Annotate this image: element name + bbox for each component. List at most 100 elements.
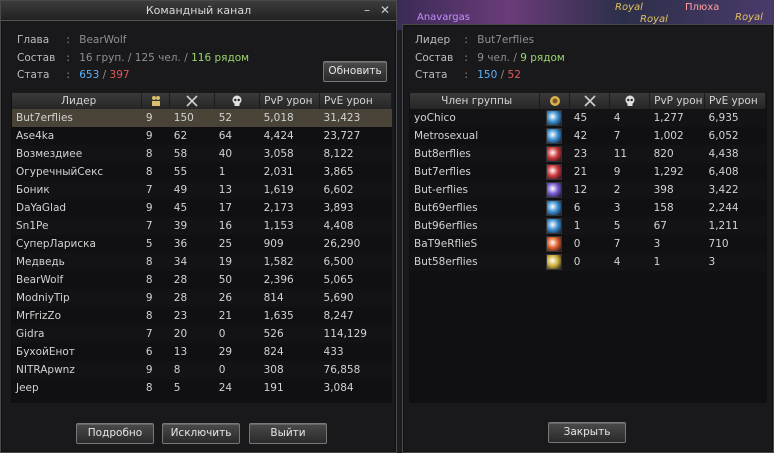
pve-damage: 6,935 — [708, 112, 739, 124]
kills-count: 49 — [173, 184, 188, 196]
pvp-damage: 1,277 — [653, 112, 684, 124]
nearby-count: 9 рядом — [520, 52, 565, 64]
stats-label: Стата — [415, 69, 448, 81]
table-row[interactable]: СуперЛариска 5 36 25 909 26,290 — [12, 235, 392, 253]
group-composition-info: Состав : 9 чел. / 9 рядом — [415, 52, 565, 64]
class-cell — [540, 217, 570, 235]
column-header-kills[interactable] — [569, 93, 611, 109]
table-row[interactable]: But7erflies 21 9 1,292 6,408 — [410, 163, 766, 181]
pvp-damage: 820 — [653, 148, 674, 160]
class-icon — [545, 128, 562, 144]
table-row[interactable]: But96erflies 1 5 67 1,211 — [410, 217, 766, 235]
class-cell — [540, 163, 570, 181]
pvp-damage: 824 — [263, 346, 284, 358]
class-cell — [540, 235, 570, 253]
table-row[interactable]: Metrosexual 42 7 1,002 6,052 — [410, 127, 766, 145]
refresh-button[interactable]: Обновить — [323, 61, 387, 82]
skull-icon — [625, 95, 635, 106]
deaths-count: 7 — [613, 130, 621, 142]
table-row[interactable]: yoChico 45 4 1,277 6,935 — [410, 109, 766, 127]
bg-player-name: Плюха — [685, 2, 720, 13]
close-button[interactable]: Закрыть — [548, 422, 626, 443]
table-row[interactable]: But58erflies 0 4 1 3 — [410, 253, 766, 271]
column-header-deaths[interactable] — [214, 93, 261, 109]
deaths-count: 0 — [218, 328, 226, 340]
members-count: 9 — [145, 130, 153, 142]
kills-count: 39 — [173, 220, 188, 232]
pve-damage: 5,065 — [323, 274, 354, 286]
column-header-pvp[interactable]: PvP урон — [649, 93, 706, 109]
kills-count: 62 — [173, 130, 188, 142]
swords-icon — [584, 95, 596, 107]
kills-count: 20 — [173, 328, 188, 340]
table-row[interactable]: MrFrizZo 8 23 21 1,635 8,247 — [12, 307, 392, 325]
table-row[interactable]: Ase4ka 9 62 64 4,424 23,727 — [12, 127, 392, 145]
table-row[interactable]: But8erflies 23 11 820 4,438 — [410, 145, 766, 163]
pve-damage: 3,422 — [708, 184, 739, 196]
table-row[interactable]: Jeep 8 5 24 191 3,084 — [12, 379, 392, 397]
column-header-pve[interactable]: PvE урон — [704, 93, 766, 109]
pvp-damage: 308 — [263, 364, 284, 376]
pvp-damage: 3 — [653, 238, 661, 250]
table-row[interactable]: Gidra 7 20 0 526 114,129 — [12, 325, 392, 343]
close-icon[interactable]: ✕ — [378, 3, 392, 17]
column-header-pve[interactable]: PvE урон — [319, 93, 392, 109]
pvp-damage: 1,582 — [263, 256, 294, 268]
class-cell — [540, 127, 570, 145]
leave-button[interactable]: Выйти — [249, 423, 327, 444]
exclude-button[interactable]: Исключить — [162, 423, 240, 444]
table-row[interactable]: BearWolf 8 28 50 2,396 5,065 — [12, 271, 392, 289]
leader-name: ModniyTip — [16, 292, 70, 304]
column-header-members[interactable] — [141, 93, 171, 109]
column-header-pvp[interactable]: PvP урон — [259, 93, 321, 109]
table-row[interactable]: But69erflies 6 3 158 2,244 — [410, 199, 766, 217]
column-header-kills[interactable] — [169, 93, 216, 109]
kills-count: 8 — [173, 364, 181, 376]
table-row[interactable]: Возмездиее 8 58 40 3,058 8,122 — [12, 145, 392, 163]
leader-name: Медведь — [16, 256, 65, 268]
pve-damage: 8,122 — [323, 148, 354, 160]
pve-damage: 8,247 — [323, 310, 354, 322]
table-row[interactable]: DaYaGlad 9 45 17 2,173 3,893 — [12, 199, 392, 217]
window-titlebar[interactable]: Командный канал – ✕ — [1, 1, 396, 21]
members-count: 9 — [145, 364, 153, 376]
pve-damage: 6,500 — [323, 256, 354, 268]
table-row[interactable]: NITRApwnz 9 8 0 308 76,858 — [12, 361, 392, 379]
table-row[interactable]: Sn1Pe 7 39 16 1,153 4,408 — [12, 217, 392, 235]
deaths-count: 24 — [218, 382, 233, 394]
table-row[interactable]: But-erflies 12 2 398 3,422 — [410, 181, 766, 199]
leader-name: СуперЛариска — [16, 238, 96, 250]
details-button[interactable]: Подробно — [76, 423, 154, 444]
column-header-member[interactable]: Член группы — [410, 93, 541, 109]
table-row[interactable]: ОгуречныйСекс 8 55 1 2,031 3,865 — [12, 163, 392, 181]
pve-damage: 23,727 — [323, 130, 361, 142]
window-title: Командный канал — [145, 4, 252, 17]
column-header-deaths[interactable] — [609, 93, 651, 109]
minimize-icon[interactable]: – — [360, 3, 374, 17]
table-row[interactable]: Боник 7 49 13 1,619 6,602 — [12, 181, 392, 199]
kills-count: 34 — [173, 256, 188, 268]
table-row[interactable]: БухойЕнот 6 13 29 824 433 — [12, 343, 392, 361]
pve-damage: 5,690 — [323, 292, 354, 304]
column-header-leader[interactable]: Лидер — [12, 93, 143, 109]
groups-table: Лидер PvP урон PvE урон But7erflies 9 150 5… — [12, 93, 392, 397]
member-name: But8erflies — [414, 148, 471, 160]
leader-label: Лидер — [415, 34, 451, 46]
members-count: 8 — [145, 274, 153, 286]
class-cell — [540, 253, 570, 271]
table-row[interactable]: Медведь 8 34 19 1,582 6,500 — [12, 253, 392, 271]
class-icon — [545, 254, 562, 270]
table-row[interactable]: BaT9eRflieS 0 7 3 710 — [410, 235, 766, 253]
column-header-class[interactable] — [539, 93, 571, 109]
table-row[interactable]: ModniyTip 9 28 26 814 5,690 — [12, 289, 392, 307]
pvp-damage: 1,619 — [263, 184, 294, 196]
pve-damage: 4,438 — [708, 148, 739, 160]
pve-damage: 114,129 — [323, 328, 367, 340]
stats-label: Стата — [17, 69, 50, 81]
deaths-count: 4 — [613, 112, 621, 124]
class-icon — [545, 164, 562, 180]
kills-count: 55 — [173, 166, 188, 178]
table-row[interactable]: But7erflies 9 150 52 5,018 31,423 — [12, 109, 392, 127]
kills-count: 28 — [173, 274, 188, 286]
kills-count: 58 — [173, 148, 188, 160]
